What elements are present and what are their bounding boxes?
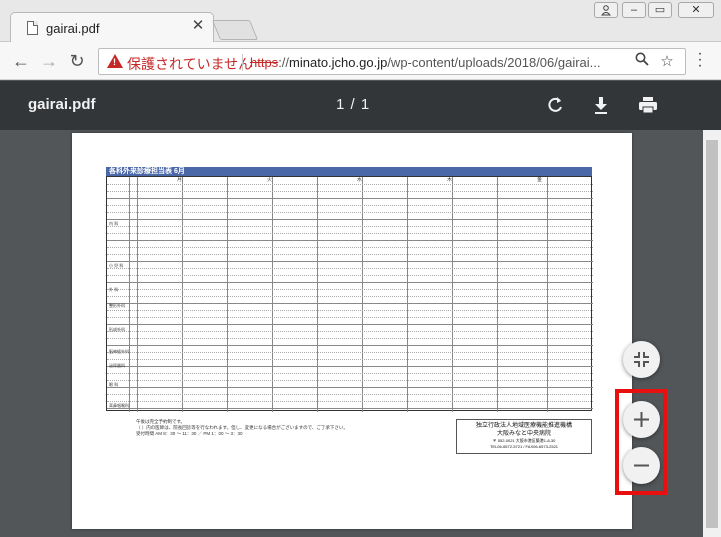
separator bbox=[242, 54, 243, 71]
table-row-line bbox=[107, 338, 593, 339]
url-scheme: https bbox=[250, 55, 279, 70]
document-notes: 午後は完全予約制です。 （ ）内の医師は、院長回診等を行なわれます。但し、変更に… bbox=[136, 419, 348, 437]
hospital-info-box: 独立行政法人地域医療機能推進機構 大阪みなと中央病院 〒 552-0021 大阪… bbox=[456, 419, 592, 454]
forward-icon[interactable]: → bbox=[38, 50, 60, 72]
table-row-line bbox=[107, 282, 593, 283]
hospital-name: 大阪みなと中央病院 bbox=[496, 431, 551, 437]
department-label: 小 児 科 bbox=[109, 263, 124, 268]
tab-gairai[interactable]: gairai.pdf ✕ bbox=[10, 12, 214, 42]
print-icon[interactable] bbox=[635, 92, 661, 118]
day-header: 月 bbox=[177, 177, 183, 183]
table-row-line bbox=[107, 373, 593, 374]
pdf-page: 各科外来診療担当表 6月 月 火 水 木 金内 科小 児 科外 科整形外科形成外科脳神経… bbox=[72, 133, 632, 529]
back-icon[interactable]: ← bbox=[10, 50, 32, 72]
table-row-line bbox=[107, 289, 593, 290]
table-row-line bbox=[107, 268, 593, 269]
organization-name: 独立行政法人地域医療機能推進機構 bbox=[475, 423, 572, 429]
table-row-line bbox=[107, 191, 593, 192]
close-tab-icon[interactable]: ✕ bbox=[189, 17, 207, 35]
department-label: 泌尿器科 bbox=[109, 363, 125, 368]
tab-title: gairai.pdf bbox=[46, 21, 100, 36]
department-label: 眼 科 bbox=[109, 382, 119, 387]
table-row-line bbox=[107, 240, 593, 241]
day-header: 金 bbox=[537, 177, 543, 183]
minimize-window-icon[interactable]: – bbox=[622, 2, 646, 18]
table-row-line bbox=[107, 380, 593, 381]
fit-to-page-button[interactable] bbox=[623, 341, 660, 378]
table-row-line bbox=[107, 254, 593, 255]
pdf-toolbar: gairai.pdf 1 / 1 bbox=[0, 81, 721, 130]
table-row-line bbox=[107, 359, 593, 360]
page-indicator[interactable]: 1 / 1 bbox=[336, 96, 370, 113]
department-label: 形成外科 bbox=[109, 327, 125, 332]
url-path: /wp-content/uploads/2018/06/gairai... bbox=[387, 55, 601, 70]
url-separator: :// bbox=[278, 55, 290, 70]
reload-icon[interactable]: ↻ bbox=[66, 50, 88, 72]
table-row-line bbox=[107, 212, 593, 213]
day-header: 火 bbox=[267, 177, 273, 183]
table-row-line bbox=[107, 331, 593, 332]
schedule-table: 月 火 水 木 金内 科小 児 科外 科整形外科形成外科脳神経外科泌尿器科眼 科耳鼻咽喉… bbox=[106, 176, 593, 412]
table-row-line bbox=[107, 408, 593, 409]
highlight-box bbox=[615, 389, 667, 495]
browser-window: gairai.pdf ✕ – ▭ ✕ ← → ↻ ! 保護されていません htt… bbox=[0, 0, 721, 537]
table-row-line bbox=[107, 296, 593, 297]
search-icon[interactable] bbox=[632, 52, 652, 72]
scrollbar-thumb[interactable] bbox=[706, 140, 718, 528]
department-label: 整形外科 bbox=[109, 303, 125, 308]
department-label: 脳神経外科 bbox=[109, 349, 129, 354]
new-tab-button[interactable] bbox=[211, 20, 259, 40]
table-row-line bbox=[107, 310, 593, 311]
table-row-line bbox=[107, 184, 593, 185]
address-bar[interactable]: ! 保護されていません https://minato.jcho.go.jp/wp… bbox=[98, 48, 686, 75]
table-row-line bbox=[107, 219, 593, 220]
fit-to-page-icon bbox=[634, 352, 649, 367]
table-row-line bbox=[107, 198, 593, 199]
day-header: 木 bbox=[447, 177, 453, 183]
table-row-line bbox=[107, 387, 593, 388]
table-row-line bbox=[107, 401, 593, 402]
maximize-window-icon[interactable]: ▭ bbox=[648, 2, 672, 18]
department-label: 耳鼻咽喉科 bbox=[109, 403, 129, 408]
table-row-line bbox=[107, 324, 593, 325]
rotate-icon[interactable] bbox=[542, 92, 568, 118]
browser-toolbar: ← → ↻ ! 保護されていません https://minato.jcho.go… bbox=[0, 42, 721, 80]
hospital-phone: TEL06-6572-5721 / FAX06-6573-2521 bbox=[489, 444, 559, 449]
table-row-line bbox=[107, 317, 593, 318]
table-row-line bbox=[107, 205, 593, 206]
table-row-line bbox=[107, 352, 593, 353]
user-profile-icon[interactable] bbox=[594, 2, 618, 18]
pdf-title: gairai.pdf bbox=[28, 96, 96, 113]
note-line: 受付時間 AM 8：30 ～ 11：30 ／ PM 1：00 ～ 3：30 bbox=[136, 431, 243, 436]
url-host: minato.jcho.go.jp bbox=[289, 55, 388, 70]
table-row-line bbox=[107, 247, 593, 248]
security-warning[interactable]: 保護されていません bbox=[127, 54, 252, 74]
document-icon bbox=[27, 21, 38, 35]
table-row-line bbox=[107, 366, 593, 367]
table-row-line bbox=[107, 303, 593, 304]
tab-strip: gairai.pdf ✕ – ▭ ✕ bbox=[0, 0, 721, 42]
department-label: 内 科 bbox=[109, 221, 119, 226]
department-label: 外 科 bbox=[109, 287, 119, 292]
table-row-line bbox=[107, 275, 593, 276]
table-row-line bbox=[107, 345, 593, 346]
menu-icon[interactable]: · · · bbox=[692, 46, 708, 74]
download-icon[interactable] bbox=[588, 92, 614, 118]
warning-icon: ! bbox=[107, 54, 123, 68]
table-row-line bbox=[107, 226, 593, 227]
document-title: 各科外来診療担当表 6月 bbox=[106, 167, 592, 176]
bookmark-star-icon[interactable]: ☆ bbox=[657, 52, 677, 72]
table-row-line bbox=[107, 261, 593, 262]
url-text[interactable]: https://minato.jcho.go.jp/wp-content/upl… bbox=[250, 55, 601, 70]
table-row-line bbox=[107, 233, 593, 234]
close-window-icon[interactable]: ✕ bbox=[678, 2, 714, 18]
day-header: 水 bbox=[357, 177, 363, 183]
table-row-line bbox=[107, 394, 593, 395]
